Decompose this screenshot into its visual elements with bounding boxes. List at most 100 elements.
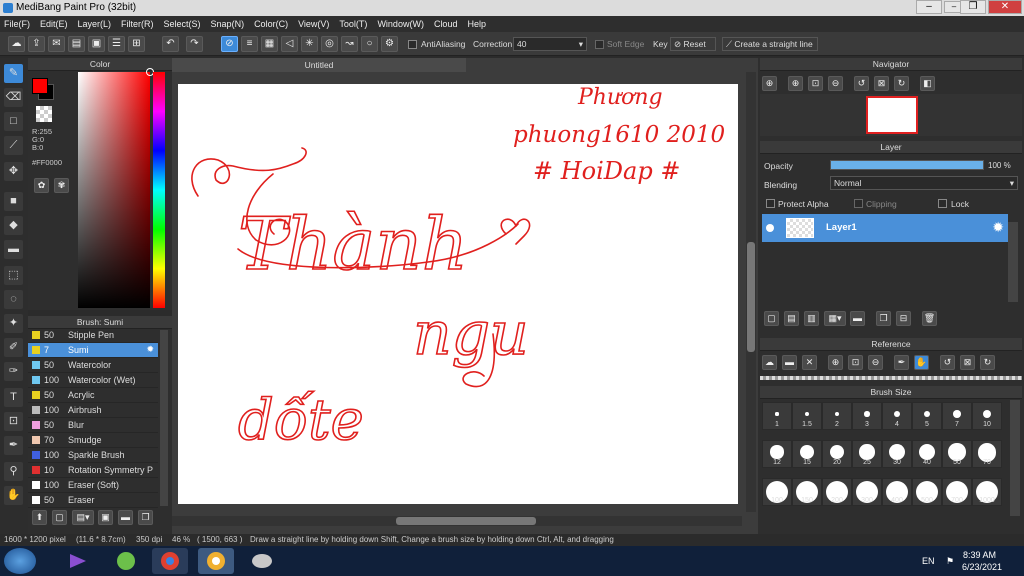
brush-size-option[interactable]: 3 [852, 402, 882, 430]
ref-hand-icon[interactable]: ✋ [914, 355, 929, 370]
move-tool-icon[interactable]: ⟋ [4, 136, 23, 155]
brush-item[interactable]: 100 Sparkle Brush [28, 448, 158, 463]
brush-size-option[interactable]: 200 [822, 478, 852, 506]
radial-snap-icon[interactable]: ✳ [301, 36, 318, 52]
folder-icon[interactable]: ▬ [118, 510, 133, 525]
brush-size-option[interactable]: 40 [912, 440, 942, 468]
eye-icon[interactable] [766, 224, 774, 232]
menu-filter[interactable]: Filter(R) [121, 19, 154, 29]
menu-window[interactable]: Window(W) [377, 19, 424, 29]
brush-settings-icon[interactable]: ✹ [146, 344, 154, 355]
lock-checkbox[interactable] [938, 199, 947, 208]
brush-item[interactable]: 50 Watercolor [28, 358, 158, 373]
reset-rotation-icon[interactable]: ⊠ [874, 76, 889, 91]
soft-edge-checkbox[interactable] [595, 40, 604, 49]
gradient-tool-icon[interactable]: ▬ [4, 240, 23, 259]
duplicate-brush-icon[interactable]: ❐ [138, 510, 153, 525]
eraser-tool-icon[interactable]: ⌫ [4, 88, 23, 107]
text-tool-icon[interactable]: T [4, 388, 23, 407]
ref-folder-icon[interactable]: ▬ [782, 355, 797, 370]
layer-row[interactable]: Layer1 ✹ [762, 214, 1008, 242]
brush-size-option[interactable]: 1 [762, 402, 792, 430]
ellipse-snap-icon[interactable]: ○ [361, 36, 378, 52]
magic-wand-tool-icon[interactable]: ✦ [4, 314, 23, 333]
brush-size-option[interactable]: 50 [942, 440, 972, 468]
undo-icon[interactable]: ↶ [162, 36, 179, 52]
protect-alpha-checkbox[interactable] [766, 199, 775, 208]
brush-size-option[interactable]: 7 [942, 402, 972, 430]
ref-rotate-left-icon[interactable]: ↺ [940, 355, 955, 370]
circle-snap-icon[interactable]: ◎ [321, 36, 338, 52]
lasso-tool-icon[interactable]: ◌ [4, 290, 23, 309]
brush-size-option[interactable]: 20 [822, 440, 852, 468]
list-icon[interactable]: ☰ [108, 36, 125, 52]
brush-list-scrollbar[interactable] [160, 330, 168, 506]
select-tool-icon[interactable]: ⬚ [4, 266, 23, 285]
new-brush-icon[interactable]: ▢ [52, 510, 67, 525]
minimize-button[interactable]: – [916, 0, 942, 14]
hand-tool-icon[interactable]: ✋ [4, 486, 23, 505]
opacity-slider[interactable] [830, 160, 984, 170]
zoom-actual-icon[interactable]: ⊡ [808, 76, 823, 91]
bucket-tool-icon[interactable]: ◆ [4, 216, 23, 235]
menu-select[interactable]: Select(S) [164, 19, 201, 29]
medibang-task-icon[interactable] [198, 548, 234, 574]
chrome-icon[interactable] [152, 548, 188, 574]
menu-tool[interactable]: Tool(T) [339, 19, 367, 29]
document-tab[interactable]: Untitled [172, 58, 466, 72]
brush-size-option[interactable]: 700 [942, 478, 972, 506]
brush-size-option[interactable]: 150 [792, 478, 822, 506]
ref-eyedropper-icon[interactable]: ✒ [894, 355, 909, 370]
transparent-color-swatch[interactable] [36, 106, 52, 122]
flag-icon[interactable]: ⚑ [946, 556, 954, 567]
layer-settings-icon[interactable]: ✹ [992, 219, 1004, 236]
brush-size-option[interactable]: 12 [762, 440, 792, 468]
select-pen-tool-icon[interactable]: ✐ [4, 338, 23, 357]
brush-size-option[interactable]: 1000 [972, 478, 1002, 506]
new-8bit-layer-icon[interactable]: ▥ [804, 311, 819, 326]
menu-layer[interactable]: Layer(L) [78, 19, 112, 29]
menu-cloud[interactable]: Cloud [434, 19, 458, 29]
export-icon[interactable]: ⊞ [128, 36, 145, 52]
brush-size-option[interactable]: 2 [822, 402, 852, 430]
ref-rotate-right-icon[interactable]: ↻ [980, 355, 995, 370]
brush-item[interactable]: 50 Acrylic [28, 388, 158, 403]
brush-size-option[interactable]: 25 [852, 440, 882, 468]
ref-zoom-actual-icon[interactable]: ⊡ [848, 355, 863, 370]
save-icon[interactable]: ▣ [88, 36, 105, 52]
perspective-snap-icon[interactable]: ◁ [281, 36, 298, 52]
antialiasing-checkbox[interactable] [408, 40, 417, 49]
menu-view[interactable]: View(V) [298, 19, 329, 29]
cloud-icon[interactable]: ☁ [8, 36, 25, 52]
brush-item[interactable]: 10 Rotation Symmetry P [28, 463, 158, 478]
reset-button[interactable]: ⊘ Reset [670, 37, 716, 51]
menu-help[interactable]: Help [467, 19, 486, 29]
brush-size-option[interactable]: 10 [972, 402, 1002, 430]
brush-size-option[interactable]: 400 [882, 478, 912, 506]
rotate-left-icon[interactable]: ↺ [854, 76, 869, 91]
snap-settings-icon[interactable]: ⚙ [381, 36, 398, 52]
create-straight-line-button[interactable]: ⟋ Create a straight line [722, 37, 818, 51]
menu-color[interactable]: Color(C) [254, 19, 288, 29]
brush-size-option[interactable]: 500 [912, 478, 942, 506]
brush-size-scrollbar[interactable] [1010, 400, 1020, 516]
brush-size-option[interactable]: 300 [852, 478, 882, 506]
grid-snap-icon[interactable]: ▦ [261, 36, 278, 52]
redo-icon[interactable]: ↷ [186, 36, 203, 52]
clock-time[interactable]: 8:39 AM [963, 550, 996, 560]
duplicate-layer-icon[interactable]: ❐ [876, 311, 891, 326]
brush-size-option[interactable]: 4 [882, 402, 912, 430]
brush-size-option[interactable]: 100 [762, 478, 792, 506]
paint-icon[interactable] [244, 548, 280, 574]
ref-close-icon[interactable]: ✕ [802, 355, 817, 370]
drawing-canvas[interactable]: Thành ngu dốte Phương phuong1610 2010 # … [178, 84, 738, 504]
parallel-snap-icon[interactable]: ≡ [241, 36, 258, 52]
eyedropper-tool-icon[interactable]: ✒ [4, 436, 23, 455]
dot-tool-icon[interactable]: □ [4, 112, 23, 131]
rotate-right-icon[interactable]: ↻ [894, 76, 909, 91]
snap-off-icon[interactable]: ⊘ [221, 36, 238, 52]
zoom-fit-icon[interactable]: ⊕ [762, 76, 777, 91]
select-eraser-tool-icon[interactable]: ✑ [4, 362, 23, 381]
divide-tool-icon[interactable]: ⊡ [4, 412, 23, 431]
upload-icon[interactable]: ⇪ [28, 36, 45, 52]
